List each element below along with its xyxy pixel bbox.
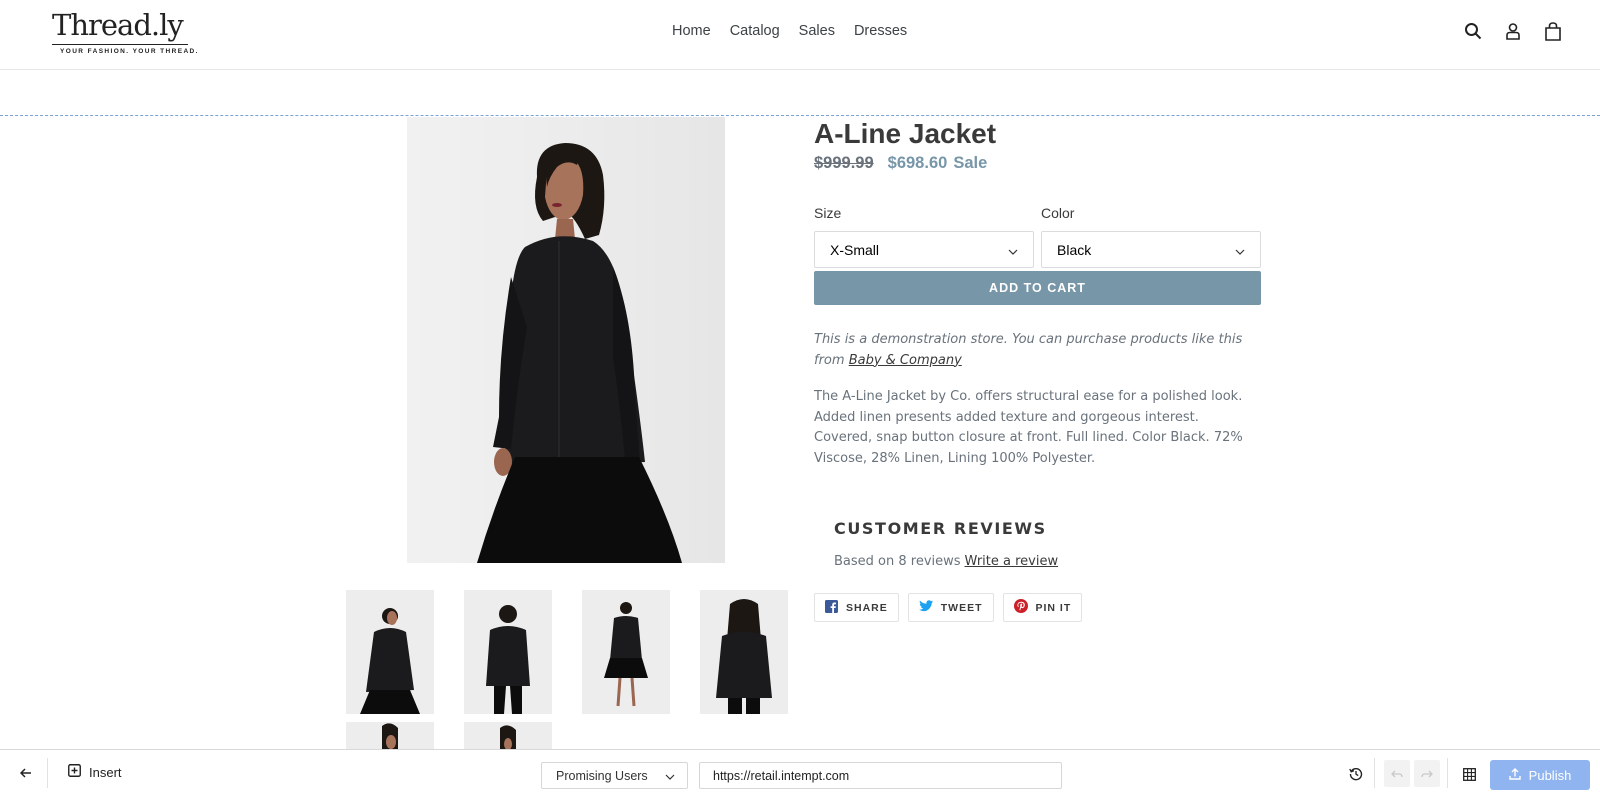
editor-toolbar: Insert Promising Users https://retail.in… [0,749,1600,795]
write-review-link[interactable]: Write a review [965,554,1059,569]
facebook-share-button[interactable]: SHARE [814,593,899,622]
publish-label: Publish [1528,767,1572,783]
preview-url-value: https://retail.intempt.com [713,768,850,783]
notice-store-link[interactable]: Baby & Company [849,353,962,368]
chevron-down-icon [665,769,675,783]
insert-button[interactable]: Insert [68,764,122,780]
color-label: Color [1041,205,1075,221]
color-selector: Color Black [1041,205,1261,268]
facebook-icon [825,599,838,616]
logo-tagline: YOUR FASHION. YOUR THREAD. [60,48,199,55]
product-info: A-Line Jacket $999.99 $698.60 Sale [814,117,1261,173]
color-value: Black [1057,241,1092,258]
main-nav: Home Catalog Sales Dresses [672,23,907,39]
redo-icon[interactable] [1414,760,1440,787]
product-thumbnail-3[interactable] [582,590,670,714]
product-thumbnail-2[interactable] [464,590,552,714]
nav-dresses[interactable]: Dresses [854,23,907,39]
add-box-icon [68,764,81,780]
social-share: SHARE TWEET PIN IT [814,593,1083,622]
cart-icon[interactable] [1542,20,1564,42]
segment-dropdown[interactable]: Promising Users [541,762,688,789]
segment-value: Promising Users [556,768,648,783]
product-thumbnail-5[interactable] [346,722,434,749]
demo-store-notice: This is a demonstration store. You can p… [814,330,1261,371]
nav-sales[interactable]: Sales [799,23,835,39]
store-logo[interactable]: Thread.ly YOUR FASHION. YOUR THREAD. [52,8,197,55]
chevron-down-icon [1008,242,1018,258]
size-selector: Size X-Small [814,205,1034,268]
back-arrow-icon[interactable] [16,763,36,783]
editor-guide-line [0,115,1600,116]
pinterest-share-button[interactable]: PIN IT [1002,593,1083,622]
original-price: $999.99 [814,154,874,172]
add-to-cart-button[interactable]: ADD TO CART [814,271,1261,305]
size-label: Size [814,205,842,221]
product-thumbnail-4[interactable] [700,590,788,714]
product-title: A-Line Jacket [814,118,997,149]
toolbar-divider [1374,758,1375,788]
product-thumbnail-6[interactable] [464,722,552,749]
reviews-heading: CUSTOMER REVIEWS [834,519,1047,538]
twitter-icon [918,600,933,615]
header-icons [1462,20,1564,42]
toolbar-divider [47,758,48,788]
facebook-share-label: SHARE [846,601,888,614]
logo-underline [52,44,188,45]
nav-catalog[interactable]: Catalog [730,23,780,39]
sale-price: $698.60 [887,154,948,172]
nav-home[interactable]: Home [672,23,711,39]
site-header: Thread.ly YOUR FASHION. YOUR THREAD. Hom… [0,0,1600,70]
grid-icon[interactable] [1458,763,1480,785]
size-value: X-Small [830,241,880,258]
color-select[interactable]: Black [1041,231,1261,268]
pinterest-icon [1013,599,1028,616]
history-icon[interactable] [1345,763,1367,785]
account-icon[interactable] [1502,20,1524,42]
variant-selectors: Size X-Small Color Black [814,205,1261,268]
price-row: $999.99 $698.60 Sale [814,154,1261,173]
product-thumbnail-1[interactable] [346,590,434,714]
search-icon[interactable] [1462,20,1484,42]
product-description: The A-Line Jacket by Co. offers structur… [814,389,1243,466]
reviews-count-text: Based on 8 reviews [834,554,961,569]
twitter-share-label: TWEET [940,601,983,614]
undo-icon[interactable] [1384,760,1410,787]
logo-text: Thread.ly [52,8,184,42]
insert-label: Insert [89,764,122,780]
pinterest-share-label: PIN IT [1035,601,1072,614]
sale-label: Sale [953,154,988,172]
preview-url-input[interactable]: https://retail.intempt.com [699,762,1062,789]
product-main-image[interactable] [407,117,725,563]
toolbar-divider [1447,758,1448,788]
twitter-share-button[interactable]: TWEET [907,593,994,622]
publish-button[interactable]: Publish [1490,760,1590,790]
upload-icon [1508,767,1521,783]
chevron-down-icon [1235,242,1245,258]
size-select[interactable]: X-Small [814,231,1034,268]
reviews-summary: Based on 8 reviews Write a review [834,554,1058,569]
